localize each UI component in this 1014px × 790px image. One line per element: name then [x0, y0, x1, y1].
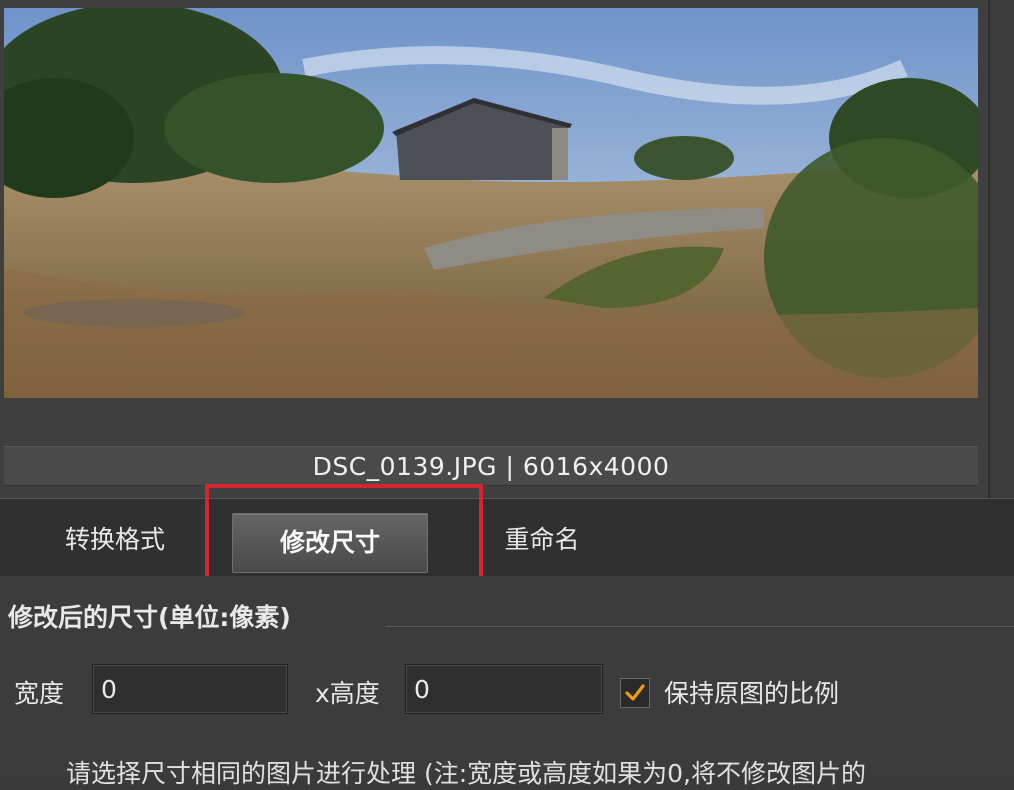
section-title: 修改后的尺寸(单位:像素) [8, 603, 291, 632]
preview-area: DSC_0139.JPG | 6016x4000 [0, 0, 1014, 498]
width-label: 宽度 [14, 679, 65, 708]
tab-bar: 转换格式 修改尺寸 重命名 [0, 498, 1014, 577]
tab-rename[interactable]: 重命名 [482, 514, 602, 566]
image-preview [4, 8, 978, 398]
check-icon [625, 684, 645, 701]
tab-convert-format[interactable]: 转换格式 [40, 514, 190, 566]
section-divider [386, 626, 1014, 627]
width-input[interactable] [92, 664, 288, 714]
resize-settings-panel: 修改后的尺寸(单位:像素) 宽度 x高度 保持原图的比例 请选择尺寸相同的图片进… [0, 576, 1014, 788]
tab-resize[interactable]: 修改尺寸 [232, 513, 428, 573]
landscape-photo [4, 8, 978, 398]
height-input[interactable] [405, 664, 603, 714]
height-label: x高度 [315, 679, 380, 708]
keep-ratio-label: 保持原图的比例 [664, 679, 840, 708]
scrollbar-strip[interactable] [988, 0, 1014, 498]
hint-text: 请选择尺寸相同的图片进行处理 (注:宽度或高度如果为0,将不修改图片的 [66, 759, 866, 788]
keep-ratio-checkbox[interactable] [620, 678, 650, 708]
image-caption: DSC_0139.JPG | 6016x4000 [4, 446, 978, 486]
